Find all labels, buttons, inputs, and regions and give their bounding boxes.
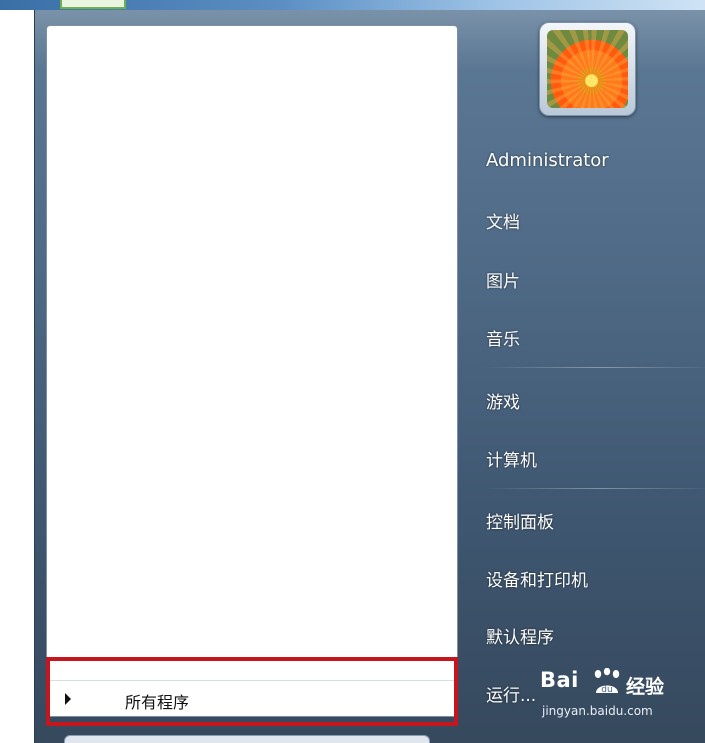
programs-panel: 所有程序 [46, 25, 458, 717]
pictures-link[interactable]: 图片 [486, 267, 520, 292]
all-programs-item[interactable]: 所有程序 [47, 680, 457, 717]
svg-text:du: du [601, 685, 612, 695]
user-avatar[interactable] [539, 22, 636, 116]
control-panel-link[interactable]: 控制面板 [486, 508, 554, 533]
user-name-link[interactable]: Administrator [486, 150, 609, 171]
paw-logo-icon: du [594, 668, 620, 695]
flower-picture-icon [547, 30, 628, 108]
watermark-url: jingyan.baidu.com [542, 704, 653, 718]
search-box[interactable] [64, 735, 430, 743]
devices-printers-link[interactable]: 设备和打印机 [486, 566, 588, 591]
games-link[interactable]: 游戏 [486, 388, 520, 413]
computer-link[interactable]: 计算机 [486, 446, 537, 471]
watermark-brand: Bai [540, 668, 579, 692]
separator [484, 488, 705, 489]
run-link[interactable]: 运行... [486, 681, 536, 706]
all-programs-label: 所有程序 [125, 693, 190, 712]
separator [484, 367, 705, 368]
watermark-cn: 经验 [626, 676, 665, 698]
documents-link[interactable]: 文档 [486, 208, 520, 233]
expand-arrow-icon [65, 693, 71, 705]
baidu-watermark: Bai du 经验 jingyan.baidu.com [540, 668, 705, 728]
desktop-thumbnail [60, 0, 126, 9]
music-link[interactable]: 音乐 [486, 325, 520, 350]
default-programs-link[interactable]: 默认程序 [486, 623, 554, 648]
